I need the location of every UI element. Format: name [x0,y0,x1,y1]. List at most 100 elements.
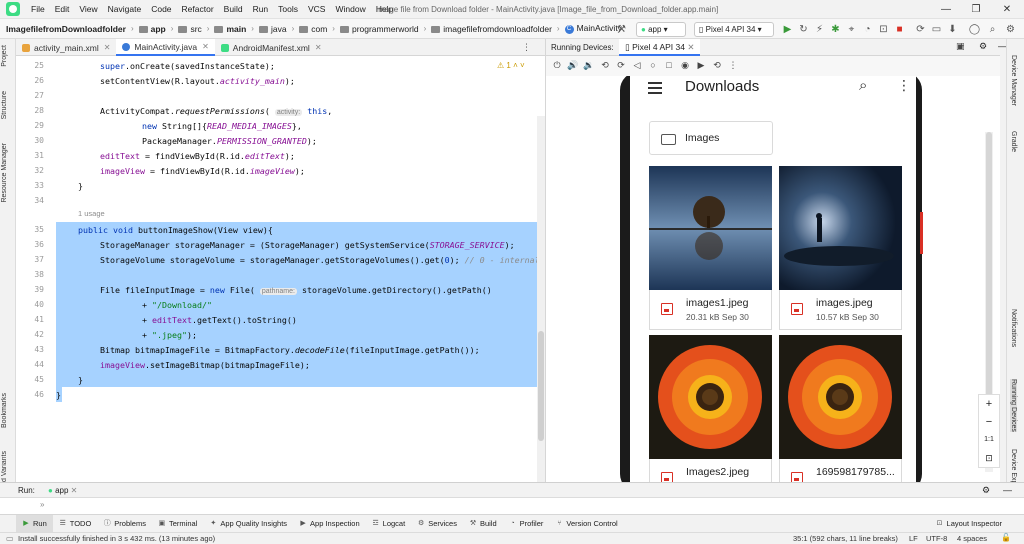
zoom-in-button[interactable]: + [979,395,999,413]
menu-build[interactable]: Build [219,4,248,14]
tool-gradle[interactable]: Gradle [1010,131,1017,152]
tool-tab-version-control[interactable]: ⑂ Version Control [549,515,623,533]
tool-tab-logcat[interactable]: ☲ Logcat [366,515,412,533]
code-editor[interactable]: 25 26 27 28 29 30 31 32 33 34 35 36 37 3… [16,56,545,482]
power-icon[interactable]: ⏻ [551,59,563,71]
indent-setting[interactable]: 4 spaces [957,534,987,543]
close-tab-icon[interactable]: ✕ [104,43,111,52]
hammer-icon[interactable]: ⚒ [615,23,628,36]
tool-device-manager[interactable]: Device Manager [1010,55,1017,106]
file-encoding[interactable]: UTF-8 [926,534,947,543]
folder-card-images[interactable]: Images [649,121,773,155]
screenshot-icon[interactable]: ◉ [679,59,691,71]
zoom-actual-button[interactable]: 1:1 [979,431,999,449]
panel-settings-icon[interactable]: ⚙ [979,41,987,52]
overflow-menu-icon[interactable]: ⋮ [897,77,911,94]
restore-icon[interactable]: ❐ [962,2,990,17]
overview-icon[interactable]: □ [663,59,675,71]
menu-window[interactable]: Window [330,4,370,14]
menu-code[interactable]: Code [146,4,176,14]
menu-edit[interactable]: Edit [50,4,75,14]
apply-changes-icon[interactable]: ⚡ [813,23,826,36]
rotate-right-icon[interactable]: ⟳ [615,59,627,71]
close-icon[interactable]: ✕ [993,2,1021,17]
menu-tools[interactable]: Tools [273,4,303,14]
file-card-footer[interactable]: images.jpeg 10.57 kB Sep 30 [779,290,902,330]
attach-debugger-icon[interactable]: ⌖ [845,23,858,36]
menu-refactor[interactable]: Refactor [177,4,219,14]
debug-icon[interactable]: ✱ [829,23,842,36]
tool-tab-profiler[interactable]: ◔ Profiler [503,515,550,533]
breadcrumb-package[interactable]: imagefilefromdownloadfolder [428,24,555,34]
more-icon[interactable]: ⋮ [727,59,739,71]
run-settings-icon[interactable]: ⚙ [982,485,990,496]
rerun-icon[interactable]: ↻ [797,23,810,36]
profile-icon[interactable]: ◔ [861,23,874,36]
menu-run[interactable]: Run [248,4,274,14]
tool-tab-problems[interactable]: ⓘ Problems [97,515,152,533]
image-thumbnail[interactable] [779,335,902,459]
device-tab[interactable]: ▯ Pixel 4 API 34 ✕ [619,39,701,56]
breadcrumb-project[interactable]: ImagefilefromDownloadfolder [0,24,129,34]
hide-run-panel-icon[interactable]: — [1003,485,1012,495]
account-icon[interactable]: ◯ [968,23,981,36]
breadcrumb-com[interactable]: com [296,24,330,34]
zoom-out-button[interactable]: − [979,413,999,431]
line-separator[interactable]: LF [909,534,918,543]
tool-tab-app-inspection[interactable]: ▶ App Inspection [293,515,366,533]
stop-icon[interactable]: ■ [893,23,906,36]
expand-icon[interactable]: ▣ [956,41,965,52]
breadcrumb-java[interactable]: java [256,24,290,34]
breadcrumb-app[interactable]: app [136,24,169,34]
close-tab-icon[interactable]: ✕ [202,42,209,51]
lock-icon[interactable]: 🔓 [1001,533,1011,542]
image-thumbnail[interactable] [649,166,772,290]
device-dropdown[interactable]: ▯ Pixel 4 API 34 ▾ [694,22,774,37]
phone-screen[interactable]: Downloads ⌕ ⋮ Images images1.jpeg 20.31 … [630,76,916,482]
usage-hint[interactable]: 1 usage [78,209,105,218]
tab-menu-icon[interactable]: ⋮ [522,42,531,53]
tool-tab-run[interactable]: ▶ Run [16,514,53,533]
close-tab-icon[interactable]: ✕ [71,486,78,495]
scroll-thumb[interactable] [538,331,544,441]
volume-up-icon[interactable]: 🔊 [567,59,579,71]
tool-project[interactable]: Project [1,45,8,67]
minimize-icon[interactable]: — [932,2,960,17]
editor-scrollbar[interactable] [537,116,545,482]
tool-tab-build[interactable]: ⚒ Build [463,515,503,533]
volume-down-icon[interactable]: 🔉 [583,59,595,71]
file-card-footer[interactable]: 169598179785... [779,459,902,482]
tool-tab-todo[interactable]: ☰ TODO [53,515,98,533]
breadcrumb-main[interactable]: main [211,24,249,34]
tool-tab-services[interactable]: ⚙ Services [411,515,463,533]
run-config-dropdown[interactable]: ● app ▾ [636,22,686,37]
tool-running-devices[interactable]: Running Devices [1010,379,1017,432]
collapse-icon[interactable]: » [40,500,44,509]
tab-activity-main-xml[interactable]: activity_main.xml ✕ [16,39,116,56]
snapshot-icon[interactable]: ⟲ [711,59,723,71]
tab-androidmanifest-xml[interactable]: AndroidManifest.xml ✕ [215,39,328,56]
sync-gradle-icon[interactable]: ⟳ [914,23,927,36]
close-tab-icon[interactable]: ✕ [315,43,322,52]
run-console[interactable]: » [0,498,1024,514]
breadcrumb-src[interactable]: src [175,24,204,34]
run-icon[interactable]: ▶ [781,23,794,36]
file-card-footer[interactable]: images1.jpeg 20.31 kB Sep 30 [649,290,772,330]
image-thumbnail[interactable] [649,335,772,459]
tool-tab-terminal[interactable]: ▣ Terminal [152,515,203,533]
record-icon[interactable]: ▶ [695,59,707,71]
file-card-footer[interactable]: Images2.jpeg [649,459,772,482]
tool-bookmarks[interactable]: Bookmarks [1,393,8,428]
attach-icon[interactable]: ⊡ [877,23,890,36]
close-tab-icon[interactable]: ✕ [687,42,694,52]
run-config-tab[interactable]: ● app ✕ [48,486,77,495]
hamburger-menu-icon[interactable] [648,82,662,94]
tool-notifications[interactable]: Notifications [1010,309,1017,347]
device-manager-icon[interactable]: ▭ [930,23,943,36]
menu-file[interactable]: File [26,4,50,14]
tool-resource-manager[interactable]: Resource Manager [1,143,8,203]
tool-tab-layout-inspector[interactable]: ⊡ Layout Inspector [930,515,1008,533]
zoom-fit-icon[interactable]: ⊡ [979,449,999,467]
menu-navigate[interactable]: Navigate [103,4,147,14]
search-icon[interactable]: ⌕ [986,23,999,36]
